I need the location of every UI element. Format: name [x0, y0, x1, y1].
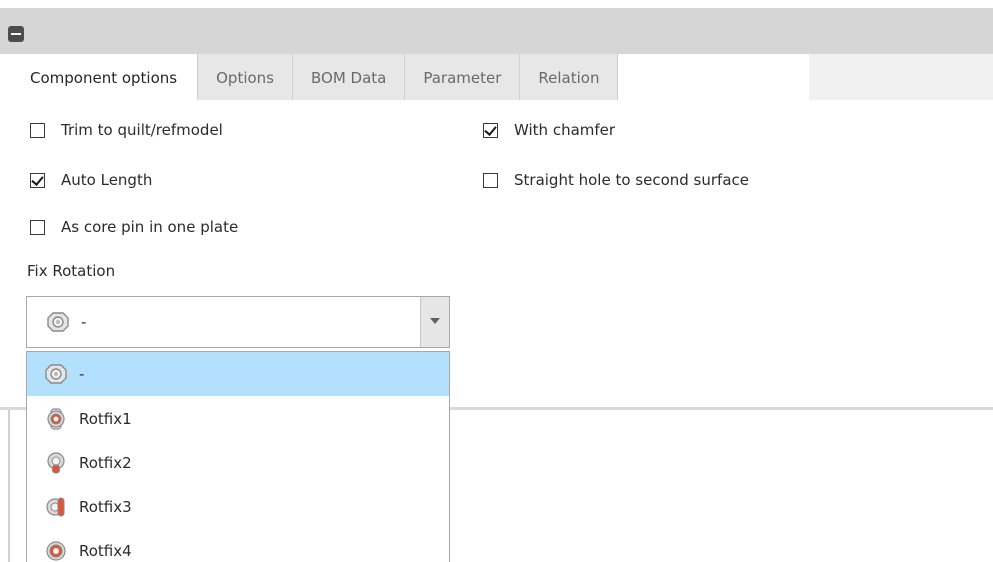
tab-component-options[interactable]: Component options: [10, 54, 199, 100]
trim-to-quilt-checkbox[interactable]: [30, 122, 45, 138]
dropdown-item-label: Rotfix3: [79, 498, 132, 516]
tab-bar-empty-area: [809, 54, 993, 100]
auto-length-checkbox[interactable]: [30, 172, 45, 188]
trim-to-quilt-option[interactable]: Trim to quilt/refmodel: [30, 121, 223, 139]
with-chamfer-option[interactable]: With chamfer: [483, 121, 615, 139]
rotfix-none-icon: [45, 364, 67, 384]
tab-parameter[interactable]: Parameter: [405, 54, 521, 100]
panel-left-edge: [8, 410, 10, 562]
rotfix4-icon: [46, 541, 66, 561]
with-chamfer-checkbox[interactable]: [483, 122, 498, 138]
dropdown-item-label: Rotfix1: [79, 410, 132, 428]
tab-bom-data[interactable]: BOM Data: [293, 54, 406, 100]
rotfix1-icon: [47, 408, 65, 430]
rotfix3-icon: [46, 497, 65, 517]
rotfix2-icon: [47, 452, 65, 474]
dropdown-item-rotfix1[interactable]: Rotfix1: [27, 397, 449, 441]
fix-rotation-dropdown-list: - Rotfix1 Rotfix2 Rotfix3 Rotfix4: [26, 351, 450, 562]
straight-hole-checkbox[interactable]: [483, 172, 498, 188]
core-pin-checkbox[interactable]: [30, 219, 45, 235]
fix-rotation-selected-value: -: [47, 311, 86, 333]
auto-length-label: Auto Length: [61, 171, 153, 189]
panel-divider: [450, 407, 993, 410]
collapse-icon[interactable]: [8, 26, 24, 42]
straight-hole-label: Straight hole to second surface: [514, 171, 749, 189]
core-pin-label: As core pin in one plate: [61, 218, 239, 236]
rotfix-none-icon: [47, 312, 69, 332]
dropdown-item-rotfix3[interactable]: Rotfix3: [27, 485, 449, 529]
dropdown-item-label: -: [79, 365, 85, 383]
panel-divider-left: [0, 407, 26, 410]
auto-length-option[interactable]: Auto Length: [30, 171, 152, 189]
straight-hole-option[interactable]: Straight hole to second surface: [483, 171, 749, 189]
with-chamfer-label: With chamfer: [514, 121, 616, 139]
dropdown-item-label: Rotfix4: [79, 542, 132, 560]
fix-rotation-selected-text: -: [81, 313, 87, 331]
dropdown-item-rotfix4[interactable]: Rotfix4: [27, 529, 449, 562]
dialog-root: Component options Options BOM Data Param…: [0, 0, 993, 562]
fix-rotation-select[interactable]: -: [26, 296, 450, 348]
dropdown-item-label: Rotfix2: [79, 454, 132, 472]
core-pin-option[interactable]: As core pin in one plate: [30, 218, 238, 236]
tab-bar: Component options Options BOM Data Param…: [10, 54, 619, 100]
tab-relation[interactable]: Relation: [520, 54, 619, 100]
dropdown-item-rotfix2[interactable]: Rotfix2: [27, 441, 449, 485]
chevron-down-icon[interactable]: [420, 297, 449, 347]
tab-options[interactable]: Options: [198, 54, 293, 100]
trim-to-quilt-label: Trim to quilt/refmodel: [61, 121, 223, 139]
dropdown-item-none[interactable]: -: [27, 352, 449, 396]
fix-rotation-label: Fix Rotation: [27, 262, 116, 280]
panel-title-bar: [0, 8, 993, 54]
